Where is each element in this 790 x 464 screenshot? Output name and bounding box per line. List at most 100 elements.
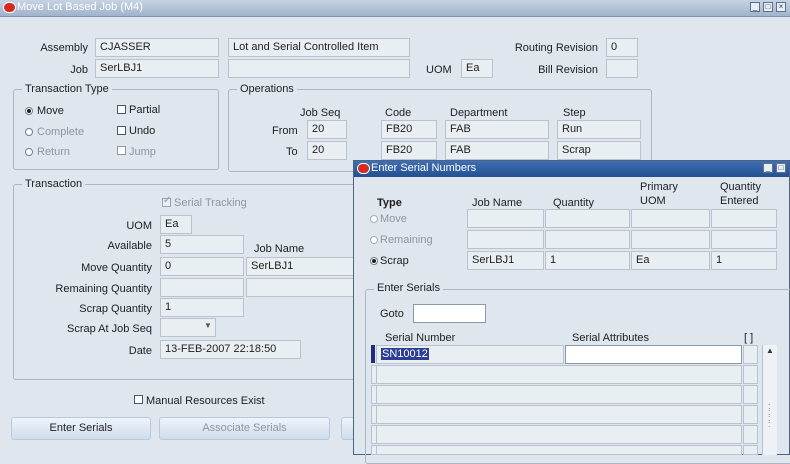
remaining-entered-cell[interactable] xyxy=(711,230,777,249)
job-name-header: Job Name xyxy=(472,197,523,209)
dialog-title: Enter Serial Numbers xyxy=(371,162,477,174)
enter-serials-button[interactable]: Enter Serials xyxy=(11,417,151,440)
bill-revision-field[interactable] xyxy=(606,59,638,78)
remaining-uom-cell[interactable] xyxy=(631,230,710,249)
scrap-quantity-label: Scrap Quantity xyxy=(79,303,152,315)
maximize-icon[interactable]: □ xyxy=(763,2,773,12)
primary-uom-header-line2: UOM xyxy=(640,195,666,207)
move-job-name-field[interactable]: SerLBJ1 xyxy=(246,257,356,276)
undo-checkbox[interactable] xyxy=(117,126,126,135)
serial-attributes-header: Serial Attributes xyxy=(572,332,650,344)
from-code-field[interactable]: FB20 xyxy=(381,120,437,139)
routing-revision-field[interactable]: 0 xyxy=(606,38,638,57)
quantity-entered-header-line1: Quantity xyxy=(720,181,761,193)
scrap-uom-cell[interactable]: Ea xyxy=(631,251,710,270)
select-cell[interactable] xyxy=(743,405,758,424)
serial-row[interactable] xyxy=(376,385,742,404)
oracle-icon xyxy=(357,163,370,174)
manual-resources-label: Manual Resources Exist xyxy=(146,395,265,407)
scrap-job-name-cell[interactable]: SerLBJ1 xyxy=(467,251,544,270)
serial-number-cell[interactable]: SN10012 xyxy=(376,345,564,364)
job-name-label: Job Name xyxy=(254,243,305,255)
job-description-field[interactable] xyxy=(228,59,410,78)
to-department-field[interactable]: FAB xyxy=(445,141,549,160)
scroll-grip-icon[interactable]: :::: xyxy=(768,402,771,429)
undo-checkbox-label: Undo xyxy=(129,125,156,137)
date-field[interactable]: 13-FEB-2007 22:18:50 xyxy=(160,340,301,359)
move-quantity-cell[interactable] xyxy=(545,209,630,228)
remaining-job-name-cell[interactable] xyxy=(467,230,544,249)
uom-field[interactable]: Ea xyxy=(461,59,493,78)
assembly-description-field[interactable]: Lot and Serial Controlled Item xyxy=(228,38,410,57)
scrap-entered-cell[interactable]: 1 xyxy=(711,251,777,270)
complete-radio[interactable] xyxy=(25,128,33,136)
move-job-name-cell[interactable] xyxy=(467,209,544,228)
type-scrap-radio[interactable] xyxy=(370,257,378,265)
job-label: Job xyxy=(70,64,88,76)
primary-uom-header-line1: Primary xyxy=(640,181,678,193)
scroll-up-icon[interactable]: ▲ xyxy=(766,346,774,355)
move-quantity-label: Move Quantity xyxy=(81,262,152,274)
enter-serials-title: Enter Serials xyxy=(374,282,443,294)
select-cell[interactable] xyxy=(743,345,758,364)
remaining-quantity-label: Remaining Quantity xyxy=(55,283,152,295)
type-move-radio[interactable] xyxy=(370,215,378,223)
serial-attributes-cell[interactable] xyxy=(565,345,742,364)
type-move-label: Move xyxy=(380,213,407,225)
close-icon[interactable]: × xyxy=(776,2,786,12)
window-title: Move Lot Based Job (M4) xyxy=(17,1,143,13)
move-quantity-field[interactable]: 0 xyxy=(160,257,244,276)
scrap-quantity-cell[interactable]: 1 xyxy=(545,251,630,270)
job-field[interactable]: SerLBJ1 xyxy=(95,59,219,78)
remaining-quantity-field[interactable] xyxy=(160,278,244,297)
available-label: Available xyxy=(107,240,152,252)
to-job-seq-field[interactable]: 20 xyxy=(307,141,347,160)
manual-resources-checkbox[interactable] xyxy=(134,395,143,404)
txn-uom-label: UOM xyxy=(126,220,152,232)
select-cell[interactable] xyxy=(743,385,758,404)
move-entered-cell[interactable] xyxy=(711,209,777,228)
serial-row[interactable] xyxy=(376,405,742,424)
check-mark-icon: ✓ xyxy=(163,195,172,206)
jump-checkbox[interactable] xyxy=(117,146,126,155)
serial-number-value: SN10012 xyxy=(381,348,429,360)
select-cell[interactable] xyxy=(743,365,758,384)
chevron-down-icon[interactable]: ▼ xyxy=(204,321,212,330)
txn-uom-field[interactable]: Ea xyxy=(160,215,192,234)
from-job-seq-field[interactable]: 20 xyxy=(307,120,347,139)
jump-checkbox-label: Jump xyxy=(129,146,156,158)
associate-serials-button[interactable]: Associate Serials xyxy=(159,417,330,440)
type-remaining-radio[interactable] xyxy=(370,236,378,244)
move-radio[interactable] xyxy=(25,107,33,115)
serial-row[interactable] xyxy=(376,425,742,444)
dialog-minimize-icon[interactable]: _ xyxy=(763,163,773,173)
select-cell[interactable] xyxy=(743,445,758,455)
to-step-field[interactable]: Scrap xyxy=(557,141,641,160)
serial-row[interactable] xyxy=(376,445,742,455)
to-code-field[interactable]: FB20 xyxy=(381,141,437,160)
goto-input[interactable] xyxy=(413,304,486,323)
serial-row[interactable] xyxy=(376,365,742,384)
transaction-title: Transaction xyxy=(22,178,86,190)
available-field[interactable]: 5 xyxy=(160,235,244,254)
type-scrap-label: Scrap xyxy=(380,255,409,267)
from-step-field[interactable]: Run xyxy=(557,120,641,139)
scrap-quantity-field[interactable]: 1 xyxy=(160,298,244,317)
remaining-quantity-cell[interactable] xyxy=(545,230,630,249)
step-header: Step xyxy=(563,107,586,119)
move-uom-cell[interactable] xyxy=(631,209,710,228)
partial-checkbox[interactable] xyxy=(117,105,126,114)
from-label: From xyxy=(272,125,298,137)
minimize-icon[interactable]: _ xyxy=(750,2,760,12)
from-department-field[interactable]: FAB xyxy=(445,120,549,139)
assembly-label: Assembly xyxy=(40,42,88,54)
select-cell[interactable] xyxy=(743,425,758,444)
transaction-type-title: Transaction Type xyxy=(22,83,112,95)
return-radio[interactable] xyxy=(25,148,33,156)
assembly-field[interactable]: CJASSER xyxy=(95,38,219,57)
dialog-maximize-icon[interactable]: □ xyxy=(776,163,786,173)
serials-scrollbar[interactable]: ▲ :::: xyxy=(762,345,777,455)
window-titlebar: Move Lot Based Job (M4) _ □ × xyxy=(0,0,790,17)
remaining-job-name-field[interactable] xyxy=(246,278,356,297)
return-radio-label: Return xyxy=(37,146,71,158)
